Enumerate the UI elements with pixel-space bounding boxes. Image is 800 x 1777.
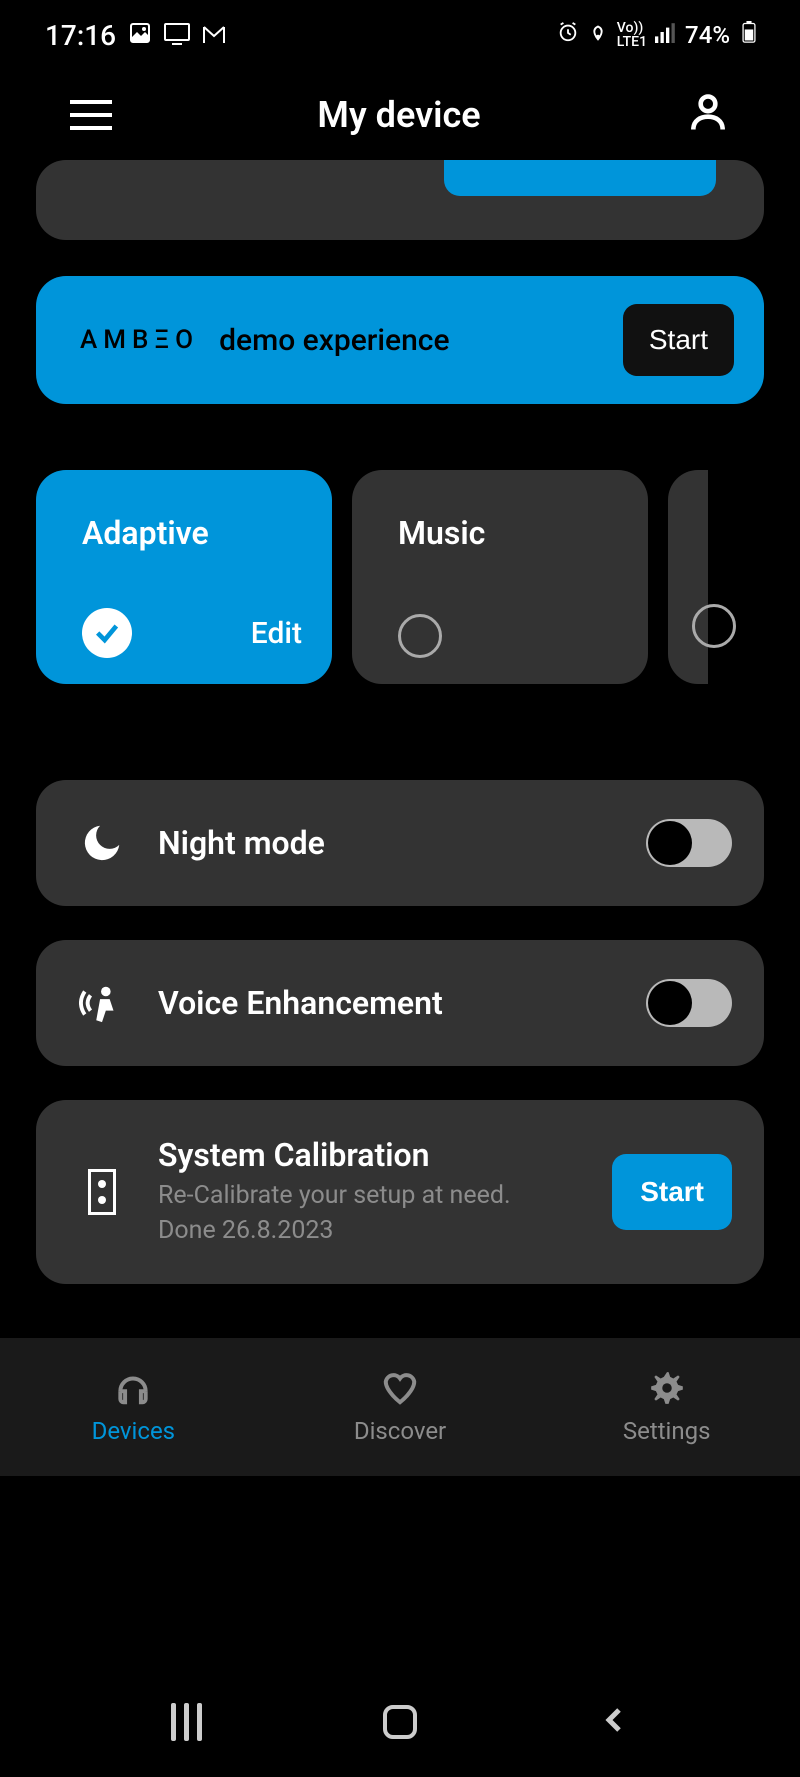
partial-blue-element — [444, 160, 716, 196]
tab-bar: Devices Discover Settings — [0, 1338, 800, 1476]
preset-row[interactable]: Adaptive Edit Music — [36, 470, 764, 684]
android-home-button[interactable] — [383, 1705, 417, 1739]
tab-label: Devices — [92, 1417, 175, 1445]
calibration-title: System Calibration — [158, 1136, 612, 1174]
calibration-start-button[interactable]: Start — [612, 1154, 732, 1230]
cast-icon — [164, 19, 190, 52]
previous-card-partial[interactable] — [36, 160, 764, 240]
calibration-subtitle: Re-Calibrate your setup at need. Done 26… — [158, 1178, 612, 1248]
tab-settings[interactable]: Settings — [533, 1338, 800, 1476]
status-bar: 17:16 Vo))LTE1 74% — [0, 0, 800, 70]
tab-label: Discover — [354, 1417, 446, 1445]
preset-edit-button[interactable]: Edit — [251, 616, 302, 651]
alarm-icon — [557, 21, 579, 49]
voice-enhancement-toggle[interactable] — [646, 979, 732, 1027]
android-recents-button[interactable] — [171, 1703, 202, 1741]
preset-next-peek[interactable] — [668, 470, 708, 684]
ambeo-logo: AMBΞO — [80, 325, 199, 355]
menu-button[interactable] — [70, 100, 112, 130]
tab-label: Settings — [623, 1417, 711, 1445]
voice-icon — [72, 980, 132, 1026]
photo-icon — [128, 19, 152, 52]
signal-icon — [655, 21, 677, 49]
preset-adaptive[interactable]: Adaptive Edit — [36, 470, 332, 684]
preset-title: Adaptive — [82, 514, 302, 552]
night-mode-row: Night mode — [36, 780, 764, 906]
android-back-button[interactable] — [599, 1700, 629, 1744]
tab-devices[interactable]: Devices — [0, 1338, 267, 1476]
calibration-sub-line1: Re-Calibrate your setup at need. — [158, 1181, 511, 1210]
tab-discover[interactable]: Discover — [267, 1338, 534, 1476]
wifi-icon — [587, 21, 609, 49]
battery-icon — [738, 21, 760, 49]
night-mode-label: Night mode — [158, 824, 646, 862]
page-title: My device — [317, 94, 480, 136]
battery-percent: 74% — [685, 21, 730, 49]
preset-music[interactable]: Music — [352, 470, 648, 684]
demo-start-button[interactable]: Start — [623, 304, 734, 376]
night-mode-toggle[interactable] — [646, 819, 732, 867]
calibration-sub-line2: Done 26.8.2023 — [158, 1216, 333, 1245]
android-nav-bar — [0, 1667, 800, 1777]
system-calibration-row: System Calibration Re-Calibrate your set… — [36, 1100, 764, 1284]
preset-radio-icon — [398, 614, 442, 658]
status-time: 17:16 — [45, 19, 116, 52]
moon-icon — [72, 820, 132, 866]
network-type: Vo))LTE1 — [617, 21, 647, 49]
app-header: My device — [0, 70, 800, 160]
preset-selected-check-icon — [82, 608, 132, 658]
speaker-icon — [72, 1169, 132, 1215]
demo-experience-card: AMBΞO demo experience Start — [36, 276, 764, 404]
gmail-icon — [202, 19, 226, 52]
demo-text: demo experience — [219, 323, 603, 358]
preset-title: Music — [398, 514, 618, 552]
voice-enhancement-row: Voice Enhancement — [36, 940, 764, 1066]
preset-radio-icon — [692, 604, 736, 648]
profile-button[interactable] — [686, 91, 730, 139]
voice-enhancement-label: Voice Enhancement — [158, 984, 646, 1022]
